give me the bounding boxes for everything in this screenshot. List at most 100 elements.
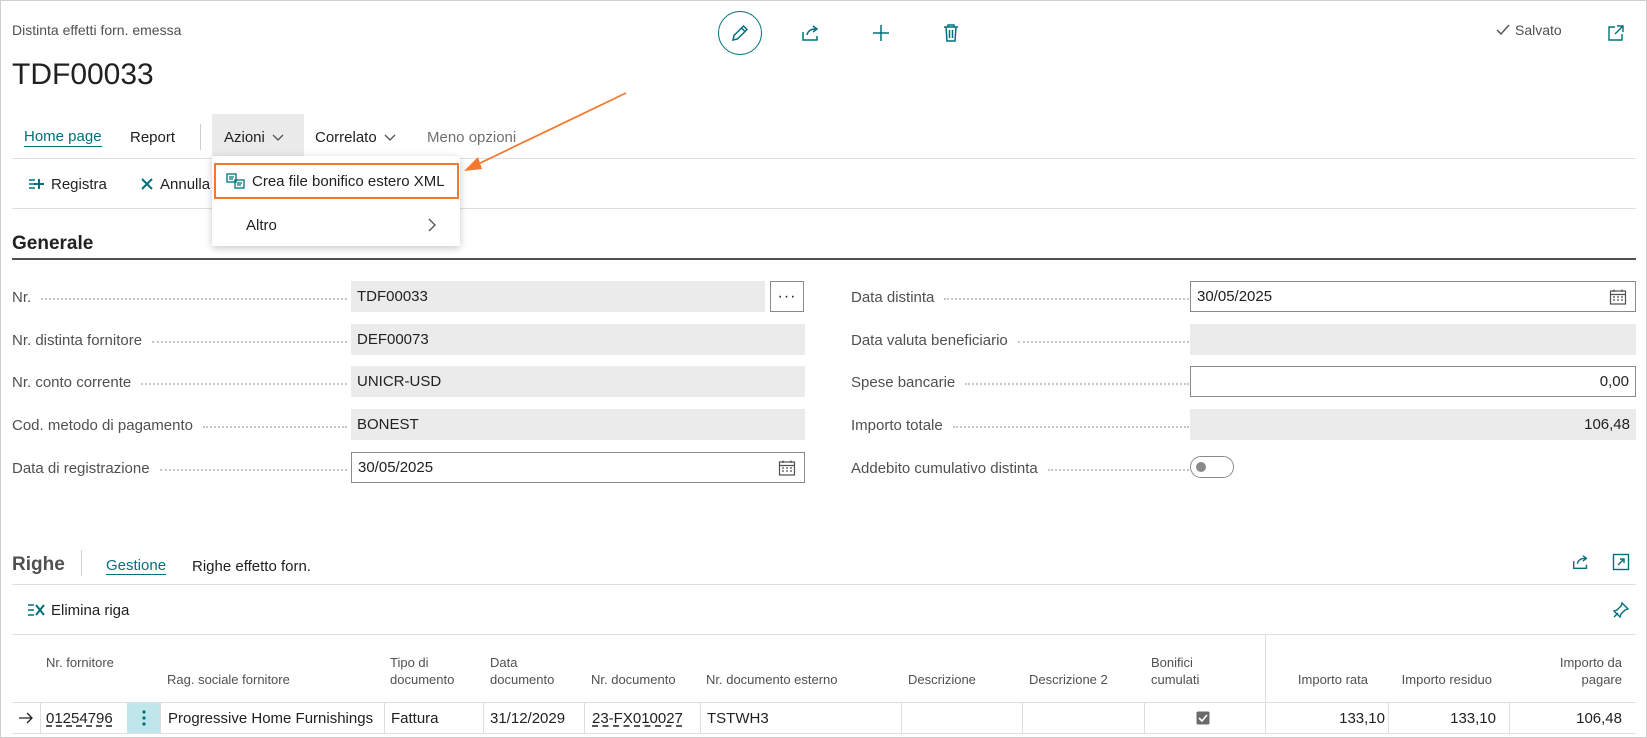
cell-importo-rata: 133,10 bbox=[1339, 709, 1385, 727]
field-data-valuta-value bbox=[1190, 324, 1636, 355]
cell-bonifici-cumulati-checkbox[interactable] bbox=[1196, 703, 1210, 733]
col-bonifici-cumulati[interactable]: Bonifici cumulati bbox=[1151, 654, 1221, 688]
col-importo-da-pagare[interactable]: Importo da pagare bbox=[1530, 654, 1622, 688]
edit-button[interactable] bbox=[718, 11, 762, 55]
elimina-riga-button[interactable]: Elimina riga bbox=[27, 598, 129, 622]
col-nr-documento[interactable]: Nr. documento bbox=[591, 671, 676, 688]
elimina-riga-label: Elimina riga bbox=[51, 601, 130, 619]
field-nr-label: Nr. bbox=[12, 282, 347, 312]
menu-azioni-label: Azioni bbox=[224, 128, 265, 146]
checkbox-checked-icon bbox=[1196, 711, 1210, 725]
altro-item[interactable]: Altro bbox=[212, 208, 460, 242]
calendar-icon[interactable] bbox=[778, 459, 796, 477]
crea-file-bonifico-xml-item[interactable]: Crea file bonifico estero XML bbox=[214, 163, 459, 199]
col-descrizione-2[interactable]: Descrizione 2 bbox=[1029, 671, 1108, 688]
addebito-cumulativo-toggle[interactable] bbox=[1190, 456, 1234, 478]
col-importo-rata[interactable]: Importo rata bbox=[1268, 671, 1368, 688]
saved-status: Salvato bbox=[1495, 22, 1562, 38]
menu-report[interactable]: Report bbox=[130, 120, 175, 154]
lines-share-button[interactable] bbox=[1563, 544, 1599, 580]
registra-label: Registra bbox=[51, 175, 107, 193]
row-actions-button[interactable] bbox=[127, 703, 160, 733]
menu-separator bbox=[200, 124, 201, 150]
delete-button[interactable] bbox=[933, 15, 969, 51]
cell-importo-da-pagare: 106,48 bbox=[1576, 709, 1622, 727]
cell-nr-documento-esterno: TSTWH3 bbox=[707, 709, 769, 727]
col-tipo-documento[interactable]: Tipo di documento bbox=[390, 654, 470, 688]
share-icon bbox=[1573, 555, 1588, 570]
cell-importo-residuo: 133,10 bbox=[1450, 709, 1496, 727]
chevron-down-icon bbox=[272, 134, 284, 141]
cell-rag-sociale: Progressive Home Furnishings bbox=[168, 709, 374, 727]
expand-icon bbox=[1612, 553, 1630, 571]
field-spese-bancarie-label: Spese bancarie bbox=[851, 367, 1189, 397]
cell-separator bbox=[901, 703, 902, 733]
col-rag-sociale[interactable]: Rag. sociale fornitore bbox=[167, 671, 290, 688]
field-data-registrazione-label: Data di registrazione bbox=[12, 453, 347, 483]
chevron-right-icon bbox=[428, 218, 436, 232]
checkmark-icon bbox=[1496, 24, 1510, 36]
pin-icon bbox=[1612, 601, 1630, 619]
field-nr-conto-corrente-label: Nr. conto corrente bbox=[12, 367, 347, 397]
export-file-icon bbox=[226, 173, 245, 189]
menu-azioni[interactable]: Azioni bbox=[224, 120, 285, 154]
arrow-right-icon bbox=[19, 712, 33, 724]
cell-nr-fornitore[interactable]: 01254796 bbox=[46, 703, 113, 733]
menu-home[interactable]: Home page bbox=[24, 120, 102, 154]
chevron-down-icon bbox=[384, 134, 396, 141]
altro-label: Altro bbox=[246, 216, 277, 234]
menu-correlato[interactable]: Correlato bbox=[315, 120, 397, 154]
data-registrazione-value: 30/05/2025 bbox=[358, 459, 434, 476]
field-nr-distinta-fornitore-label: Nr. distinta fornitore bbox=[12, 325, 347, 355]
cell-separator bbox=[1022, 703, 1023, 733]
data-distinta-value: 30/05/2025 bbox=[1197, 288, 1273, 305]
cell-separator bbox=[483, 703, 484, 733]
col-importo-residuo[interactable]: Importo residuo bbox=[1390, 671, 1492, 688]
annulla-button[interactable]: Annulla bbox=[140, 172, 210, 196]
personalize-button[interactable] bbox=[1603, 592, 1639, 628]
cell-separator bbox=[160, 703, 161, 733]
cell-tipo-documento: Fattura bbox=[391, 709, 439, 727]
field-addebito-cumulativo-label: Addebito cumulativo distinta bbox=[851, 453, 1189, 483]
field-data-distinta-input[interactable]: 30/05/2025 bbox=[1190, 281, 1636, 312]
field-data-registrazione-input[interactable]: 30/05/2025 bbox=[351, 452, 805, 483]
post-icon bbox=[29, 179, 44, 189]
field-nr-distinta-fornitore-value: DEF00073 bbox=[351, 324, 805, 355]
field-importo-totale-label: Importo totale bbox=[851, 410, 1189, 440]
menu-home-label: Home page bbox=[24, 127, 102, 147]
col-nr-documento-esterno[interactable]: Nr. documento esterno bbox=[706, 671, 838, 688]
tab-righe-effetto[interactable]: Righe effetto forn. bbox=[192, 552, 311, 580]
col-nr-fornitore[interactable]: Nr. fornitore bbox=[46, 654, 116, 671]
cell-nr-documento[interactable]: 23-FX010027 bbox=[592, 703, 683, 733]
lines-actions-divider bbox=[12, 634, 1636, 635]
annotation-arrow bbox=[464, 92, 627, 171]
field-nr-value: TDF00033 bbox=[351, 281, 765, 312]
calendar-icon[interactable] bbox=[1609, 288, 1627, 306]
share-button[interactable] bbox=[793, 15, 829, 51]
cell-separator bbox=[1388, 703, 1389, 733]
field-metodo-pagamento-label: Cod. metodo di pagamento bbox=[12, 410, 347, 440]
header-group-separator bbox=[1265, 634, 1266, 703]
field-spese-bancarie-input[interactable]: 0,00 bbox=[1190, 366, 1636, 397]
cell-separator bbox=[384, 703, 385, 733]
tab-gestione[interactable]: Gestione bbox=[106, 552, 167, 580]
lines-title: Righe bbox=[12, 554, 65, 575]
nr-assist-button[interactable]: ··· bbox=[770, 281, 804, 312]
cell-data-documento: 31/12/2029 bbox=[490, 709, 566, 727]
cell-separator bbox=[700, 703, 701, 733]
page-title: TDF00033 bbox=[12, 58, 154, 91]
pencil-icon bbox=[732, 24, 749, 41]
menu-correlato-label: Correlato bbox=[315, 128, 377, 146]
col-data-documento[interactable]: Data documento bbox=[490, 654, 570, 688]
table-row-bottom-border bbox=[12, 733, 1636, 734]
open-new-window-button[interactable] bbox=[1598, 15, 1634, 51]
lines-title-separator bbox=[81, 550, 82, 576]
lines-expand-button[interactable] bbox=[1603, 544, 1639, 580]
section-generale-underline bbox=[12, 258, 1636, 260]
row-current-indicator bbox=[18, 703, 34, 733]
col-descrizione[interactable]: Descrizione bbox=[908, 671, 976, 688]
cell-separator bbox=[40, 703, 41, 733]
registra-button[interactable]: Registra bbox=[27, 172, 107, 196]
new-button[interactable] bbox=[863, 15, 899, 51]
cell-separator bbox=[1144, 703, 1145, 733]
